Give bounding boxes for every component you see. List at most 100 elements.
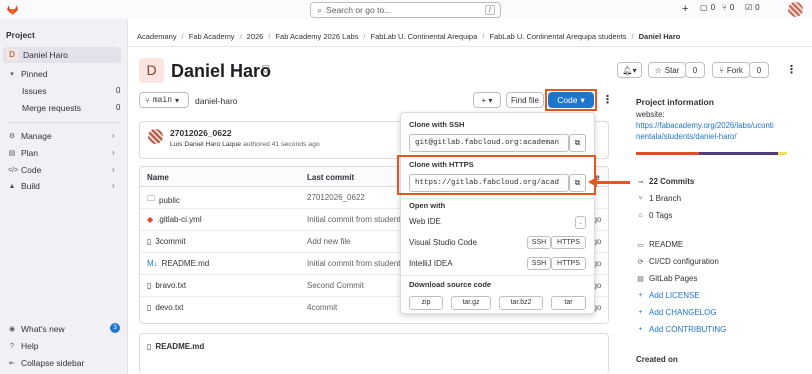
fork-icon: ⑂ bbox=[719, 65, 724, 75]
branch-selector[interactable]: ⑂ main ▾ bbox=[139, 92, 189, 108]
commit-title[interactable]: 27012026_0622 bbox=[170, 128, 231, 138]
copy-icon: ⧉ bbox=[574, 138, 581, 147]
sidebar-item-pinned[interactable]: ▾ Pinned bbox=[8, 69, 47, 79]
manage-icon: ⚙ bbox=[8, 133, 16, 140]
search-input[interactable]: ⌕ Search or go to... / bbox=[310, 2, 501, 18]
website-link-cont[interactable]: nentala/students/daniel-haro/ bbox=[636, 132, 737, 141]
sidebar-heading: Project bbox=[6, 30, 35, 40]
issues-count-button[interactable]: ▢ 0 bbox=[700, 3, 715, 12]
notifications-button[interactable]: 🔔︎▾ bbox=[617, 62, 642, 78]
sidebar-project-item[interactable]: D Daniel Haro bbox=[3, 47, 121, 63]
gitlab-logo-icon[interactable] bbox=[6, 3, 19, 16]
add-changelog-link[interactable]: + Add CHANGELOG bbox=[636, 308, 716, 317]
project-info-heading: Project information bbox=[636, 97, 714, 107]
intellij-ssh-button[interactable]: SSH bbox=[527, 257, 551, 270]
breadcrumb-item[interactable]: 2026 bbox=[247, 32, 264, 41]
find-file-button[interactable]: Find file bbox=[506, 92, 544, 108]
code-icon: </> bbox=[8, 166, 19, 174]
user-avatar[interactable] bbox=[788, 2, 803, 17]
download-zip-button[interactable]: zip bbox=[409, 296, 443, 310]
cicd-config-link[interactable]: ⟳ CI/CD configuration bbox=[636, 257, 719, 266]
add-license-link[interactable]: + Add LICENSE bbox=[636, 291, 699, 300]
col-name: Name bbox=[147, 173, 169, 182]
repo-path[interactable]: daniel-haro bbox=[195, 96, 238, 106]
sidebar-item-plan[interactable]: ▤ Plan bbox=[8, 148, 38, 158]
add-button[interactable]: + ▾ bbox=[473, 92, 501, 108]
commit-icon: ⊸ bbox=[637, 178, 644, 186]
intellij-option: IntelliJ IDEA bbox=[409, 259, 453, 268]
readme-link[interactable]: ▭ README bbox=[636, 240, 683, 249]
sidebar-item-issues[interactable]: Issues bbox=[22, 86, 47, 96]
readme-panel: ▯ README.md bbox=[139, 333, 609, 374]
chevron-down-icon: ▾ bbox=[10, 71, 14, 78]
sidebar-item-build[interactable]: ▲ Build bbox=[8, 181, 40, 191]
merge-requests-count: 0 bbox=[116, 103, 121, 112]
merge-requests-count-button[interactable]: ⑂ 0 bbox=[722, 3, 734, 12]
vscode-ssh-button[interactable]: SSH bbox=[527, 236, 551, 249]
fork-count[interactable]: 0 bbox=[749, 62, 769, 78]
project-avatar-large: D bbox=[139, 58, 164, 83]
branches-link[interactable]: ⑂ 1 Branch bbox=[636, 194, 681, 203]
breadcrumb: Academany / Fab Academy/ 2026/ Fab Academ… bbox=[137, 32, 681, 41]
vscode-https-button[interactable]: HTTPS bbox=[551, 236, 586, 249]
web-ide-option[interactable]: Web IDE bbox=[409, 217, 441, 226]
sidebar-project-name: Daniel Haro bbox=[23, 50, 68, 60]
download-tarbz2-button[interactable]: tar.bz2 bbox=[499, 296, 543, 310]
vscode-option: Visual Studio Code bbox=[409, 238, 477, 247]
top-bar: ⌕ Search or go to... / + ▢ 0 ⑂ 0 ☑ 0 bbox=[0, 0, 812, 19]
website-link[interactable]: https://fabacademy.org/2026/labs/uconti bbox=[636, 121, 774, 130]
breadcrumb-item[interactable]: FabLab U. Continental Arequipa bbox=[371, 32, 478, 41]
plus-icon: + bbox=[638, 309, 643, 316]
download-targz-button[interactable]: tar.gz bbox=[451, 296, 491, 310]
readme-title[interactable]: README.md bbox=[155, 342, 204, 351]
download-tar-button[interactable]: tar bbox=[551, 296, 586, 310]
help-button[interactable]: ? Help bbox=[8, 341, 38, 351]
breadcrumb-item[interactable]: FabLab U. Continental Arequipa students bbox=[489, 32, 626, 41]
breadcrumb-item[interactable]: Academany bbox=[137, 32, 177, 41]
issues-count: 0 bbox=[116, 86, 121, 95]
whats-new-button[interactable]: ◉ What's new bbox=[8, 324, 65, 334]
author-avatar[interactable] bbox=[148, 129, 163, 144]
gitlab-pages-link[interactable]: ▤ GitLab Pages bbox=[636, 274, 697, 283]
issues-icon: ▢ bbox=[700, 3, 708, 12]
search-shortcut: / bbox=[485, 5, 495, 15]
intellij-https-button[interactable]: HTTPS bbox=[551, 257, 586, 270]
star-count[interactable]: 0 bbox=[685, 62, 705, 78]
markdown-icon: M↓ bbox=[147, 259, 158, 268]
help-icon: ? bbox=[10, 342, 14, 350]
file-icon: ▯ bbox=[147, 281, 152, 290]
book-icon: ▭ bbox=[637, 241, 644, 249]
add-contributing-link[interactable]: + Add CONTRIBUTING bbox=[636, 325, 726, 334]
collapse-sidebar-button[interactable]: ⇤ Collapse sidebar bbox=[8, 358, 84, 368]
sidebar-item-manage[interactable]: ⚙ Manage bbox=[8, 131, 52, 141]
pages-icon: ▤ bbox=[637, 275, 644, 283]
star-button[interactable]: ☆ Star bbox=[648, 62, 686, 78]
todo-count-button[interactable]: ☑ 0 bbox=[745, 3, 760, 12]
breadcrumb-item[interactable]: Fab Academy 2026 Labs bbox=[275, 32, 358, 41]
more-actions-icon[interactable]: ⋮ bbox=[786, 62, 797, 78]
plus-icon: + bbox=[638, 326, 643, 333]
sidebar-divider bbox=[8, 122, 120, 123]
plus-icon: + ▾ bbox=[481, 95, 493, 105]
created-on-label: Created on bbox=[636, 355, 678, 364]
commits-link[interactable]: ⊸ 22 Commits bbox=[636, 177, 695, 186]
create-new-button[interactable]: + bbox=[682, 3, 688, 15]
merge-request-icon: ⑂ bbox=[722, 3, 727, 12]
language-segment bbox=[699, 152, 778, 155]
breadcrumb-item[interactable]: Fab Academy bbox=[189, 32, 235, 41]
sidebar-item-code[interactable]: </> Code bbox=[8, 165, 41, 175]
page-title: Daniel Haro bbox=[171, 61, 272, 81]
ssh-url-field[interactable]: git@gitlab.fabcloud.org:academan bbox=[409, 134, 569, 152]
copy-ssh-button[interactable]: ⧉ bbox=[569, 134, 586, 152]
sidebar: Project D Daniel Haro ▾ Pinned Issues 0 M… bbox=[0, 19, 128, 374]
dropdown-divider bbox=[401, 275, 596, 276]
fork-button[interactable]: ⑂ Fork bbox=[712, 62, 750, 78]
whats-new-badge: 3 bbox=[110, 323, 120, 333]
more-options-icon[interactable]: ⋮ bbox=[602, 92, 613, 108]
website-label: website: bbox=[636, 110, 665, 119]
breadcrumb-current[interactable]: Daniel Haro bbox=[639, 32, 681, 41]
tags-link[interactable]: ⌂ 0 Tags bbox=[636, 211, 672, 220]
search-icon: ⌕ bbox=[317, 4, 323, 15]
chevron-right-icon: › bbox=[112, 148, 115, 157]
sidebar-item-merge-requests[interactable]: Merge requests bbox=[22, 103, 81, 113]
